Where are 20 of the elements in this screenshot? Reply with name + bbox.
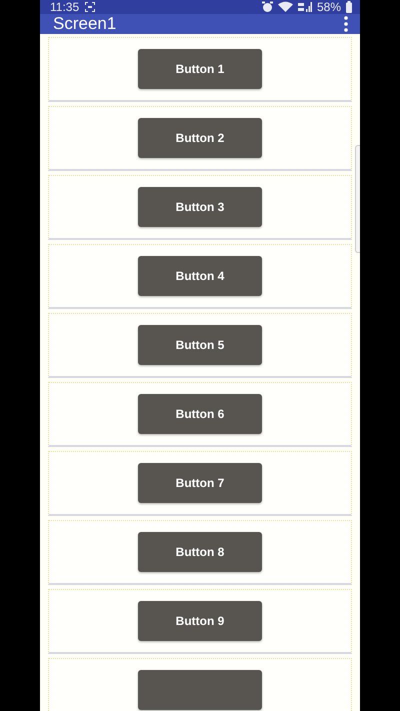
- battery-icon: [346, 1, 352, 13]
- screenshot-icon: [84, 1, 96, 13]
- action-button[interactable]: Button 2: [138, 118, 262, 158]
- wifi-icon: [278, 1, 293, 13]
- screen-title: Screen1: [53, 14, 116, 34]
- action-button[interactable]: Button 7: [138, 463, 262, 503]
- action-button[interactable]: Button 8: [138, 532, 262, 572]
- action-button[interactable]: Button 1: [138, 49, 262, 89]
- action-button[interactable]: Button 5: [138, 325, 262, 365]
- status-time: 11:35: [50, 0, 80, 14]
- action-button[interactable]: Button 9: [138, 601, 262, 641]
- battery-percentage: 58%: [316, 0, 341, 14]
- overflow-menu-icon[interactable]: [344, 16, 348, 32]
- alarm-icon: [262, 1, 273, 13]
- action-button[interactable]: [138, 670, 262, 710]
- scrollbar[interactable]: [355, 145, 360, 253]
- action-button[interactable]: Button 4: [138, 256, 262, 296]
- action-button[interactable]: Button 3: [138, 187, 262, 227]
- action-button[interactable]: Button 6: [138, 394, 262, 434]
- signal-icon: [298, 1, 312, 13]
